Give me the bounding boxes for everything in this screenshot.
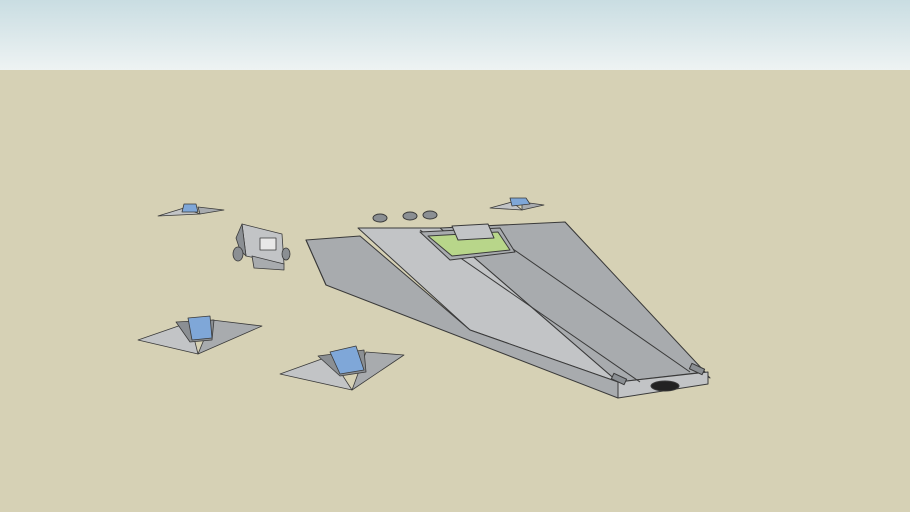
cockpit-icon [181, 203, 199, 213]
engine-pod-icon [281, 247, 291, 261]
hatch-icon [259, 237, 277, 251]
model-viewport[interactable] [0, 0, 910, 512]
fighter-far-right[interactable] [489, 197, 545, 211]
turret-icon [372, 213, 388, 223]
fighter-near-center[interactable] [279, 345, 405, 391]
cargo-shuttle[interactable] [232, 223, 291, 271]
bridge-top [451, 223, 495, 241]
engine-pod-icon [232, 246, 244, 262]
fighter-wing-right [197, 206, 225, 215]
cockpit-icon [187, 315, 213, 341]
thruster-icon [650, 380, 680, 392]
scene-canvas[interactable] [0, 0, 910, 512]
turret-icon [422, 210, 438, 220]
turret-icon [402, 211, 418, 221]
fighter-near-left[interactable] [137, 315, 263, 355]
fighter-far-left[interactable] [157, 203, 225, 217]
